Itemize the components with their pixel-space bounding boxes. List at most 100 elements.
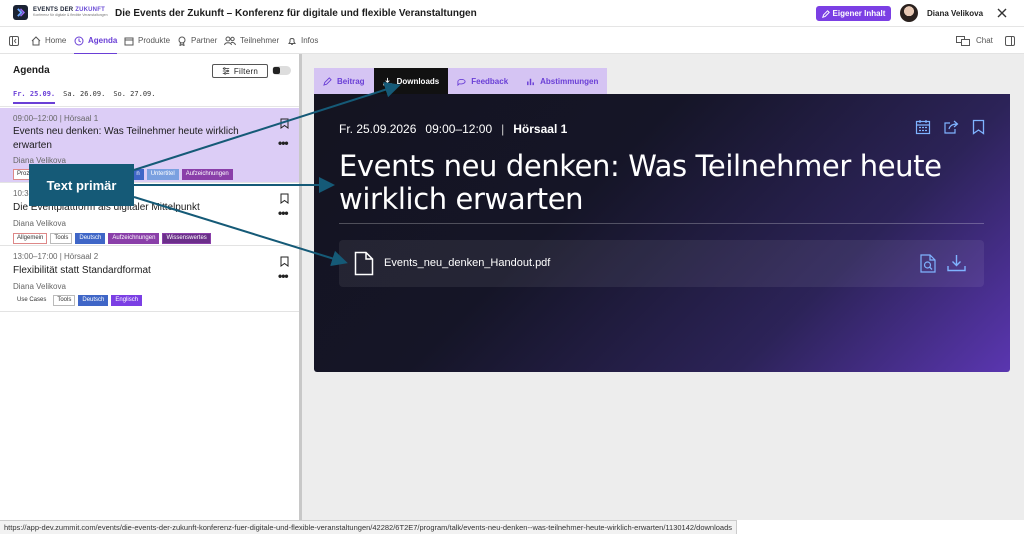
award-icon <box>178 36 186 46</box>
tag: Deutsch <box>75 233 106 244</box>
session-title: Events neu denken: Was Teilnehmer heute … <box>13 126 239 151</box>
top-bar: EVENTS DER ZUKUNFT Konferenz für digital… <box>0 0 1024 27</box>
session-detail-meta: Fr. 25.09.2026 09:00–12:00 | Hörsaal 1 <box>339 122 567 136</box>
nav-item-agenda[interactable]: Agenda <box>74 27 118 55</box>
chat-button[interactable]: Chat <box>956 27 993 54</box>
session-speaker: Diana Velikova <box>13 282 66 291</box>
chat-icon <box>956 35 970 46</box>
download-file-row[interactable]: Events_neu_denken_Handout.pdf <box>339 240 984 287</box>
session-item[interactable]: 13:00–17:00 | Hörsaal 2 Flexibilität sta… <box>0 246 299 312</box>
session-title: Flexibilität statt Standardformat <box>13 265 151 276</box>
tag: Englisch <box>111 295 143 306</box>
pencil-icon <box>821 9 830 18</box>
own-content-label: Eigener Inhalt <box>832 9 886 18</box>
bookmark-icon[interactable] <box>972 119 985 135</box>
divider <box>339 223 984 224</box>
expand-panel-icon[interactable] <box>1005 36 1015 46</box>
edit-icon <box>323 76 332 86</box>
tag: Allgemein <box>13 233 48 244</box>
nav-label: Agenda <box>88 36 118 45</box>
nav-item-produkte[interactable]: Produkte <box>124 27 170 54</box>
nav-item-teilnehmer[interactable]: Teilnehmer <box>224 27 279 54</box>
preview-file-icon[interactable] <box>920 254 936 273</box>
content-tabs: Beitrag Downloads Feedback Abstimmungen <box>314 68 608 94</box>
avatar[interactable] <box>900 4 918 22</box>
tab-beitrag[interactable]: Beitrag <box>314 68 374 94</box>
tag: n <box>132 169 144 180</box>
chat-bubble-icon <box>457 78 466 86</box>
tab-label: Abstimmungen <box>540 76 599 86</box>
logo-subtitle: Konferenz für digitale & flexible Verans… <box>33 13 108 18</box>
status-bar-url: https://app-dev.zummit.com/events/die-ev… <box>0 520 738 534</box>
users-icon <box>224 36 236 45</box>
nav-item-home[interactable]: Home <box>31 27 66 54</box>
tab-label: Beitrag <box>337 76 365 86</box>
share-icon[interactable] <box>943 119 960 135</box>
session-time: 09:00–12:00 <box>425 122 493 136</box>
nav-label: Partner <box>191 36 218 45</box>
user-name[interactable]: Diana Velikova <box>927 9 983 18</box>
event-logo[interactable]: EVENTS DER ZUKUNFT Konferenz für digital… <box>13 5 108 20</box>
annotation-callout: Text primär <box>29 164 134 206</box>
session-meta: 09:00–12:00 | Hörsaal 1 <box>13 114 99 123</box>
tab-abstimmungen[interactable]: Abstimmungen <box>517 68 608 94</box>
separator: | <box>501 122 505 136</box>
bookmark-icon[interactable] <box>280 118 289 129</box>
nav-item-partner[interactable]: Partner <box>177 27 217 54</box>
session-date: Fr. 25.09.2026 <box>339 122 417 136</box>
main-navigation: Home Agenda Produkte Partner Teilnehmer … <box>0 27 1024 55</box>
divider <box>0 106 299 107</box>
session-speaker: Diana Velikova <box>13 219 66 228</box>
download-icon <box>383 77 392 86</box>
tab-downloads[interactable]: Downloads <box>373 68 449 94</box>
session-tags: Use Cases Tools Deutsch Englisch <box>13 295 143 306</box>
tag: Tools <box>53 295 76 306</box>
tab-feedback[interactable]: Feedback <box>448 68 518 94</box>
tag: Wissenswertes <box>162 233 211 244</box>
tab-label: Feedback <box>471 76 509 86</box>
session-meta: 10:3 <box>13 189 29 198</box>
agenda-panel: Agenda Filtern Fr. 25.09. Sa. 26.09. So.… <box>0 54 301 520</box>
bookmark-icon[interactable] <box>280 193 289 204</box>
tag: Aufzeichnungen <box>108 233 160 244</box>
day-tab[interactable]: Fr. 25.09. <box>13 90 56 104</box>
more-options-icon[interactable]: ••• <box>278 136 289 150</box>
session-detail-card: Fr. 25.09.2026 09:00–12:00 | Hörsaal 1 E… <box>314 94 1010 372</box>
sliders-icon <box>222 67 230 75</box>
collapse-panel-icon[interactable] <box>9 36 19 46</box>
clock-icon <box>74 36 84 45</box>
close-icon[interactable] <box>995 6 1009 20</box>
home-icon <box>31 35 41 45</box>
nav-label: Infos <box>301 36 319 45</box>
nav-label: Produkte <box>138 36 171 45</box>
day-tab[interactable]: So. 27.09. <box>113 90 155 104</box>
bookmark-icon[interactable] <box>280 256 289 267</box>
nav-label: Teilnehmer <box>240 36 280 45</box>
bell-icon <box>288 37 296 45</box>
chat-label: Chat <box>976 36 993 45</box>
calendar-icon[interactable] <box>915 119 931 135</box>
bookmark-filter-toggle[interactable] <box>272 66 291 75</box>
filter-label: Filtern <box>233 66 259 76</box>
day-tab[interactable]: Sa. 26.09. <box>63 90 105 104</box>
tag: Aufzeichnungen <box>181 169 233 180</box>
agenda-title: Agenda <box>13 65 50 76</box>
nav-item-infos[interactable]: Infos <box>287 27 318 54</box>
session-meta: 13:00–17:00 | Hörsaal 2 <box>13 252 99 261</box>
day-tabs: Fr. 25.09. Sa. 26.09. So. 27.09. <box>13 90 155 104</box>
nav-label: Home <box>45 36 67 45</box>
file-icon <box>354 251 374 276</box>
tab-label: Downloads <box>396 76 440 86</box>
tag: Use Cases <box>17 297 47 303</box>
download-icon[interactable] <box>947 254 966 272</box>
own-content-button[interactable]: Eigener Inhalt <box>816 6 891 21</box>
box-icon <box>124 37 134 45</box>
session-detail-title: Events neu denken: Was Teilnehmer heute … <box>339 149 942 217</box>
tag: Deutsch <box>78 295 109 306</box>
event-title: Die Events der Zukunft – Konferenz für d… <box>115 8 477 19</box>
more-options-icon[interactable]: ••• <box>278 206 289 220</box>
tag: Untertitel <box>146 169 179 180</box>
filter-button[interactable]: Filtern <box>212 64 268 78</box>
session-room: Hörsaal 1 <box>513 122 568 136</box>
more-options-icon[interactable]: ••• <box>278 269 289 283</box>
